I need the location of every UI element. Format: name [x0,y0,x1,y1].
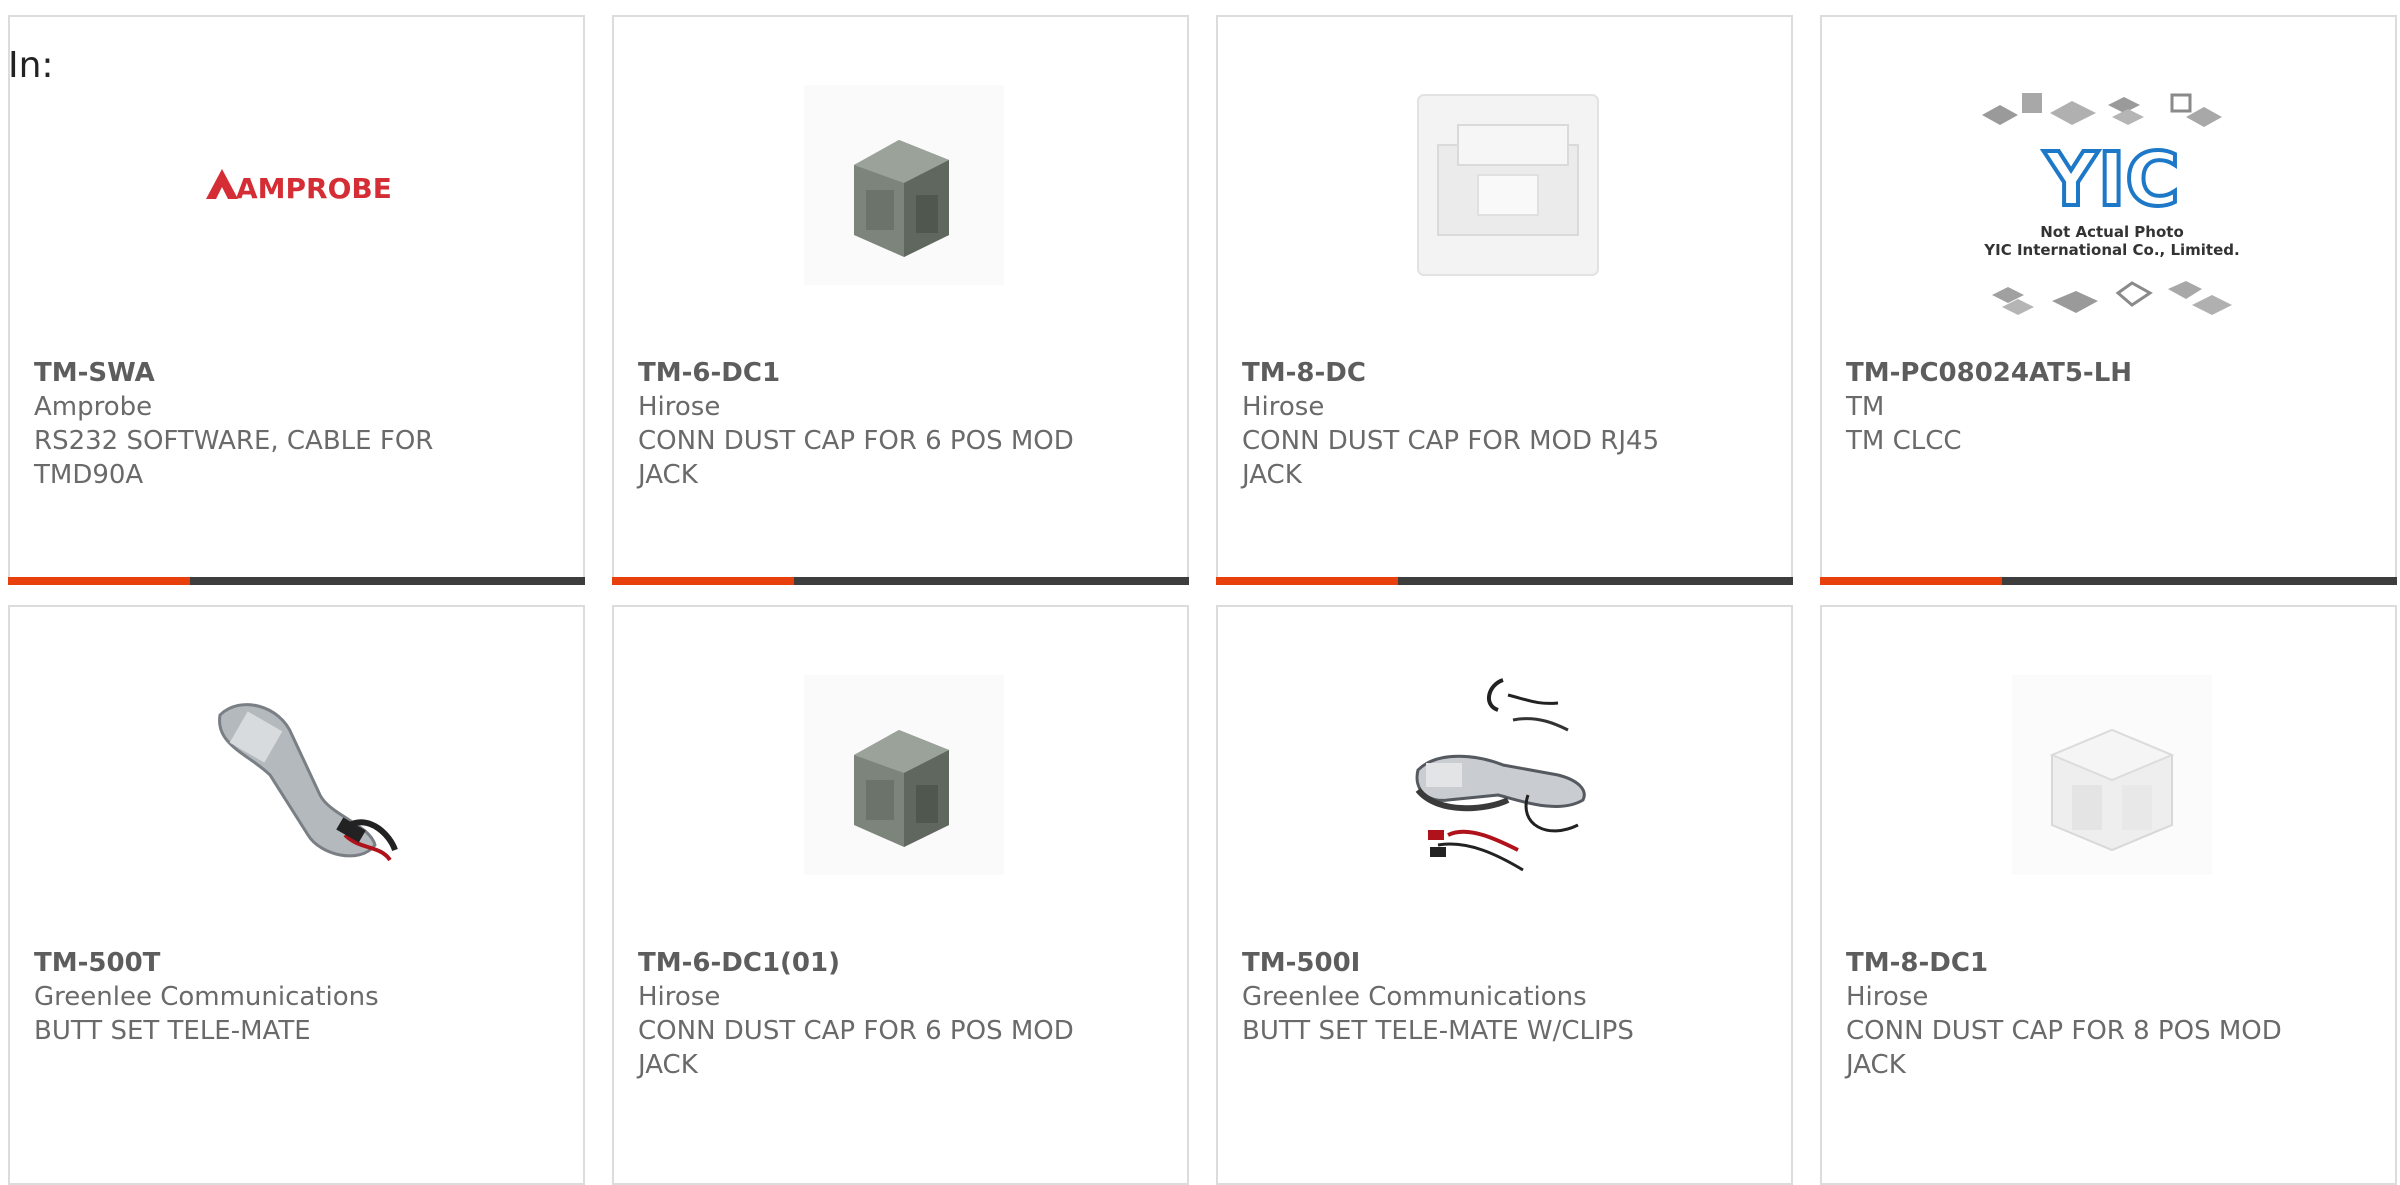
description: CONN DUST CAP FOR 6 POS MOD JACK [638,426,1074,490]
product-info: TM-SWA Amprobe RS232 SOFTWARE, CABLE FOR… [34,356,484,492]
product-image[interactable] [804,85,1004,285]
description: CONN DUST CAP FOR 6 POS MOD JACK [638,1016,1074,1080]
gray-dust-cap-icon [804,675,1004,875]
filter-label: In: [8,45,54,86]
card-accent-bar [1216,577,1398,585]
product-card[interactable]: YIC Not Actual Photo YIC International C… [1820,15,2397,585]
product-image[interactable] [200,675,400,875]
clear-dust-cap-icon [1417,94,1599,276]
part-number[interactable]: TM-PC08024AT5-LH [1846,356,2296,390]
product-info: TM-6-DC1 Hirose CONN DUST CAP FOR 6 POS … [638,356,1088,492]
product-info: TM-6-DC1(01) Hirose CONN DUST CAP FOR 6 … [638,946,1088,1082]
product-card[interactable]: TM-500T Greenlee Communications BUTT SET… [8,605,585,1185]
product-info: TM-PC08024AT5-LH TM TM CLCC [1846,356,2296,458]
part-number[interactable]: TM-8-DC1 [1846,946,2296,980]
card-accent-bar [612,577,794,585]
product-image[interactable] [1408,85,1608,285]
product-grid: AMPROBE TM-SWA Amprobe RS232 SOFTWARE, C… [0,0,2400,1185]
product-info: TM-8-DC Hirose CONN DUST CAP FOR MOD RJ4… [1242,356,1692,492]
part-number[interactable]: TM-8-DC [1242,356,1692,390]
card-accent-bar [8,577,190,585]
svg-text:Not Actual Photo: Not Actual Photo [2040,223,2184,241]
svg-text:YIC International Co., Limited: YIC International Co., Limited. [1983,241,2239,259]
svg-text:AMPROBE: AMPROBE [236,172,392,205]
product-card[interactable]: TM-6-DC1(01) Hirose CONN DUST CAP FOR 6 … [612,605,1189,1185]
manufacturer: Amprobe [34,392,153,422]
card-bottom-bar [1820,577,2397,585]
product-info: TM-8-DC1 Hirose CONN DUST CAP FOR 8 POS … [1846,946,2296,1082]
product-image[interactable] [2012,675,2212,875]
manufacturer: Hirose [1242,392,1325,422]
card-bottom-bar [612,577,1189,585]
card-accent-bar [1820,577,2002,585]
product-info: TM-500T Greenlee Communications BUTT SET… [34,946,484,1048]
yic-placeholder-icon: YIC Not Actual Photo YIC International C… [1982,93,2240,315]
product-card[interactable]: TM-6-DC1 Hirose CONN DUST CAP FOR 6 POS … [612,15,1189,585]
clear-dust-cap-icon [2012,675,2212,875]
description: TM CLCC [1846,426,1962,456]
manufacturer: Greenlee Communications [1242,982,1587,1012]
card-bottom-bar [1216,577,1793,585]
manufacturer: TM [1846,392,1885,422]
product-card[interactable]: TM-8-DC1 Hirose CONN DUST CAP FOR 8 POS … [1820,605,2397,1185]
part-number[interactable]: TM-500T [34,946,484,980]
butt-set-icon [218,703,398,862]
manufacturer: Hirose [1846,982,1929,1012]
product-image[interactable] [1408,675,1608,875]
manufacturer: Hirose [638,982,721,1012]
product-card[interactable]: AMPROBE TM-SWA Amprobe RS232 SOFTWARE, C… [8,15,585,585]
part-number[interactable]: TM-500I [1242,946,1692,980]
product-card[interactable]: TM-8-DC Hirose CONN DUST CAP FOR MOD RJ4… [1216,15,1793,585]
product-image[interactable] [804,675,1004,875]
part-number[interactable]: TM-6-DC1(01) [638,946,1088,980]
product-image[interactable]: YIC Not Actual Photo YIC International C… [1972,87,2252,327]
card-bottom-bar [8,577,585,585]
gray-dust-cap-icon [804,85,1004,285]
part-number[interactable]: TM-SWA [34,356,484,390]
description: BUTT SET TELE-MATE W/CLIPS [1242,1016,1634,1046]
product-info: TM-500I Greenlee Communications BUTT SET… [1242,946,1692,1048]
svg-text:YIC: YIC [2043,137,2179,223]
description: BUTT SET TELE-MATE [34,1016,311,1046]
manufacturer: Greenlee Communications [34,982,379,1012]
butt-set-clips-icon [1415,678,1586,872]
description: CONN DUST CAP FOR MOD RJ45 JACK [1242,426,1660,490]
description: CONN DUST CAP FOR 8 POS MOD JACK [1846,1016,2282,1080]
amprobe-logo-icon: AMPROBE [206,169,392,205]
part-number[interactable]: TM-6-DC1 [638,356,1088,390]
description: RS232 SOFTWARE, CABLE FOR TMD90A [34,426,434,490]
product-card[interactable]: TM-500I Greenlee Communications BUTT SET… [1216,605,1793,1185]
product-image[interactable]: AMPROBE [200,85,400,285]
manufacturer: Hirose [638,392,721,422]
